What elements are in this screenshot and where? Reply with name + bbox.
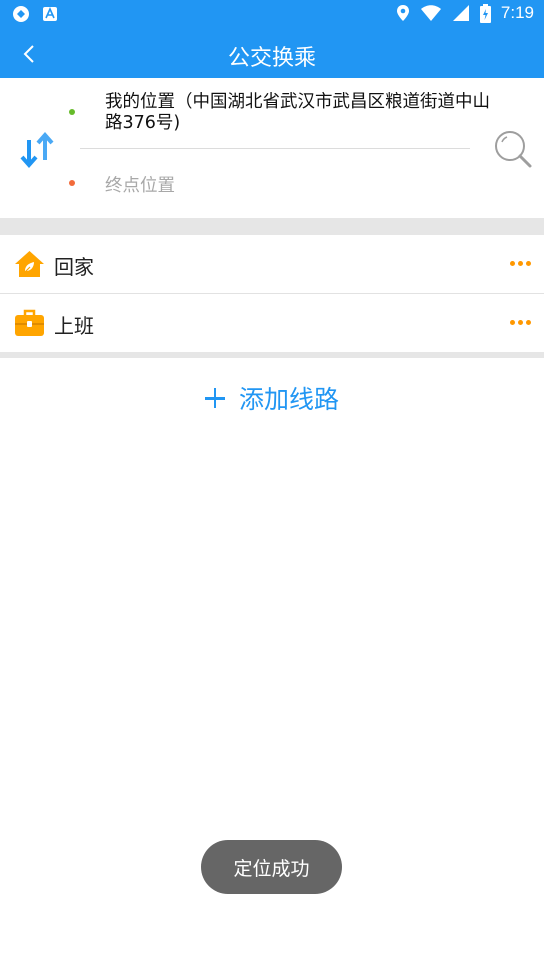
swap-arrows-icon bbox=[20, 131, 54, 169]
route-divider bbox=[80, 148, 470, 149]
shortcut-work[interactable]: 上班 bbox=[0, 294, 544, 352]
route-input-card: 我的位置（中国湖北省武汉市武昌区粮道街道中山路376号) 终点位置 bbox=[0, 78, 544, 218]
swap-button[interactable] bbox=[18, 130, 58, 170]
end-dot bbox=[69, 180, 75, 186]
battery-icon bbox=[479, 3, 491, 23]
shortcut-home[interactable]: 回家 bbox=[0, 235, 544, 293]
section-gap bbox=[0, 218, 544, 235]
add-route-label: 添加线路 bbox=[238, 385, 339, 414]
a-notification-icon bbox=[43, 7, 57, 21]
app-bar: 公交换乘 bbox=[0, 29, 544, 78]
plus-icon bbox=[204, 388, 225, 408]
section-gap bbox=[0, 352, 544, 358]
status-bar: 7:19 bbox=[0, 0, 544, 29]
toast-message: 定位成功 bbox=[201, 840, 342, 894]
more-options-button[interactable] bbox=[510, 316, 532, 328]
search-button[interactable] bbox=[492, 128, 534, 170]
status-time: 7:19 bbox=[500, 3, 534, 22]
page-title: 公交换乘 bbox=[227, 46, 316, 71]
shortcut-label: 上班 bbox=[54, 314, 94, 338]
home-icon bbox=[14, 249, 45, 279]
shortcut-label: 回家 bbox=[54, 255, 94, 279]
wifi-icon bbox=[420, 5, 441, 21]
location-icon bbox=[396, 5, 409, 21]
start-dot bbox=[69, 109, 75, 115]
more-options-button[interactable] bbox=[510, 257, 532, 269]
briefcase-icon bbox=[14, 308, 45, 338]
search-icon bbox=[495, 131, 532, 168]
add-route-button[interactable]: 添加线路 bbox=[0, 378, 544, 418]
signal-icon bbox=[452, 5, 469, 21]
start-location-field[interactable]: 我的位置（中国湖北省武汉市武昌区粮道街道中山路376号) bbox=[105, 92, 490, 134]
destination-field[interactable]: 终点位置 bbox=[105, 172, 175, 197]
app-notification-icon bbox=[13, 6, 29, 22]
